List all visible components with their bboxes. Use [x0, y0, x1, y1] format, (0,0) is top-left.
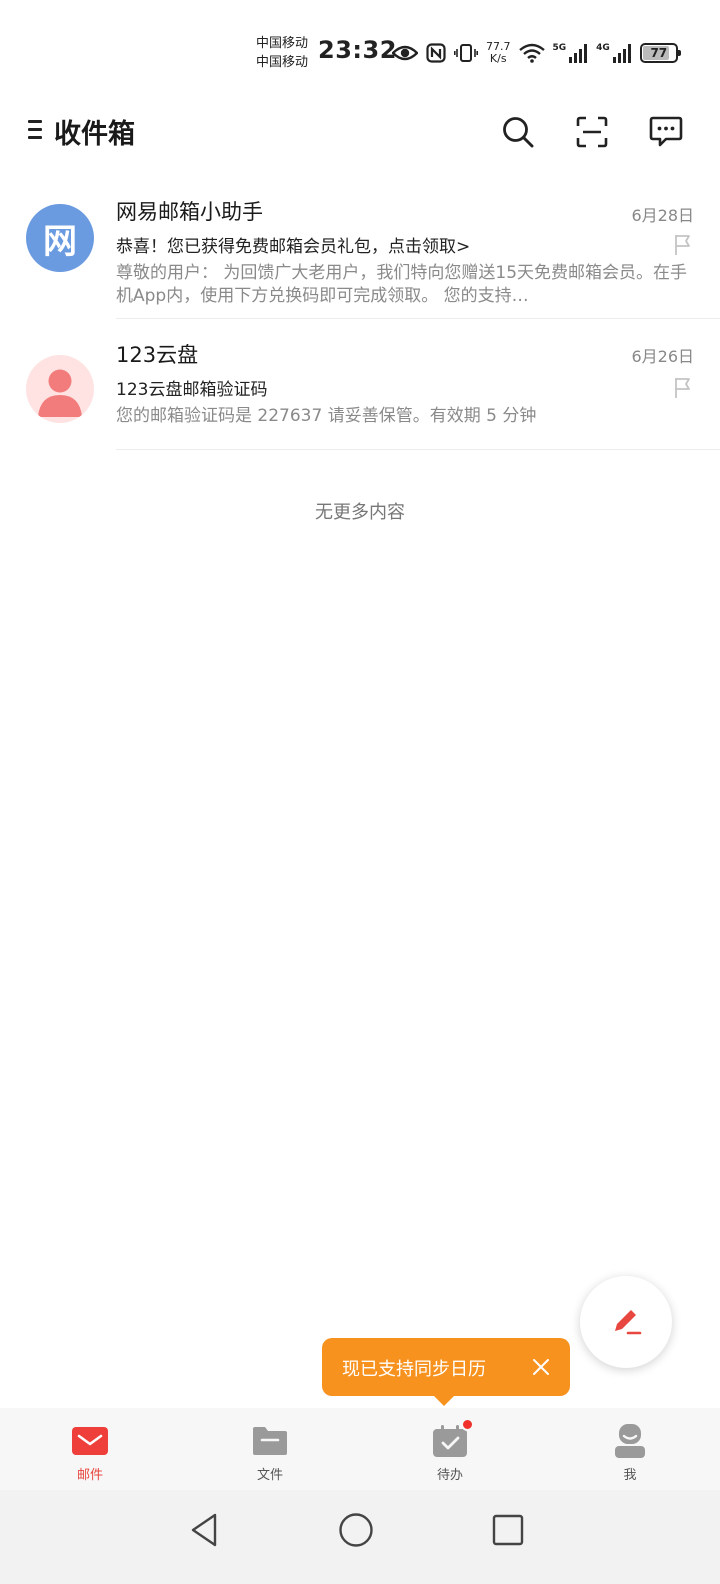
folder-icon [250, 1424, 290, 1458]
recents-button[interactable] [488, 1510, 528, 1550]
tab-label: 我 [623, 1468, 637, 1483]
tab-label: 邮件 [76, 1468, 103, 1483]
status-time: 23:32 [318, 36, 397, 64]
mail-sender: 123云盘 [116, 343, 199, 367]
mail-sender: 网易邮箱小助手 [116, 200, 263, 224]
carrier-2: 中国移动 [256, 55, 309, 70]
tab-label: 文件 [256, 1468, 283, 1483]
signal-icon [569, 44, 588, 63]
battery-level: 77 [650, 46, 668, 60]
status-icons: 77.7 K/s 5G 4G 77 [392, 38, 681, 68]
back-button[interactable] [184, 1510, 224, 1550]
mail-preview: 您的邮箱验证码是 227637 请妥善保管。有效期 5 分钟 [116, 406, 537, 426]
profile-icon [610, 1424, 650, 1458]
battery-icon: 77 [639, 43, 681, 63]
mail-preview: 尊敬的用户： 为回馈广大老用户，我们特向您赠送15天免费邮箱会员。在手机App内… [116, 263, 688, 306]
calendar-sync-toast[interactable]: 现已支持同步日历 [322, 1338, 570, 1406]
tab-files[interactable]: 文件 [180, 1408, 360, 1490]
speed-unit: K/s [489, 52, 507, 65]
tab-me[interactable]: 我 [540, 1408, 720, 1490]
menu-icon[interactable] [28, 120, 42, 144]
tab-todo[interactable]: 待办 [360, 1408, 540, 1490]
default-avatar-icon [38, 369, 82, 417]
home-button[interactable] [336, 1510, 376, 1550]
toast-text: 现已支持同步日历 [342, 1359, 486, 1380]
todo-icon [430, 1418, 474, 1458]
eye-icon [392, 45, 418, 61]
app-header: 收件箱 [0, 100, 720, 164]
avatar: 网 [26, 204, 94, 272]
mail-item[interactable]: 网 网易邮箱小助手 6月28日 恭喜！您已获得免费邮箱会员礼包，点击领取> 尊敬… [0, 188, 720, 319]
search-button[interactable] [498, 112, 538, 152]
wifi-icon [518, 43, 545, 63]
back-icon [191, 1513, 217, 1547]
network-type-1: 5G [552, 43, 567, 53]
vibrate-icon [454, 44, 478, 62]
system-nav-bar [0, 1490, 720, 1584]
close-icon[interactable] [532, 1358, 550, 1376]
mail-date: 6月26日 [631, 347, 694, 366]
mail-icon [70, 1424, 110, 1458]
list-end-text: 无更多内容 [315, 502, 405, 523]
avatar-initial: 网 [43, 221, 77, 262]
flag-icon[interactable] [674, 377, 692, 399]
mail-date: 6月28日 [631, 206, 694, 225]
status-bar: 中国移动 中国移动 23:32 77.7 K/s 5G 4G 77 [0, 0, 720, 90]
bottom-tab-bar: 邮件 文件 待办 我 [0, 1408, 720, 1490]
mail-item[interactable]: 123云盘 6月26日 123云盘邮箱验证码 您的邮箱验证码是 227637 请… [0, 319, 720, 450]
mail-subject: 123云盘邮箱验证码 [116, 380, 268, 400]
network-type-2: 4G [596, 43, 610, 53]
scan-icon [576, 116, 608, 148]
tab-label: 待办 [436, 1468, 463, 1483]
avatar [26, 355, 94, 423]
home-icon [339, 1513, 373, 1547]
mail-subject: 恭喜！您已获得免费邮箱会员礼包，点击领取> [116, 237, 471, 257]
search-icon [503, 117, 534, 148]
messages-button[interactable] [646, 112, 686, 152]
notification-badge [461, 1418, 474, 1431]
recents-icon [492, 1514, 524, 1546]
carrier-1: 中国移动 [256, 36, 309, 51]
pencil-icon [615, 1310, 642, 1335]
carrier-names: 中国移动 中国移动 [256, 34, 308, 72]
signal-2: 4G [596, 43, 632, 63]
page-title: 收件箱 [54, 119, 135, 150]
signal-icon [612, 44, 631, 63]
message-icon [649, 116, 683, 147]
compose-button[interactable] [580, 1276, 672, 1368]
signal-1: 5G [553, 43, 589, 63]
network-speed: 77.7 K/s [486, 41, 511, 65]
flag-icon[interactable] [674, 234, 692, 256]
tab-mail[interactable]: 邮件 [0, 1408, 180, 1490]
scan-button[interactable] [572, 112, 612, 152]
mail-list: 网 网易邮箱小助手 6月28日 恭喜！您已获得免费邮箱会员礼包，点击领取> 尊敬… [0, 188, 720, 450]
divider [116, 449, 720, 450]
nfc-icon [426, 43, 446, 63]
